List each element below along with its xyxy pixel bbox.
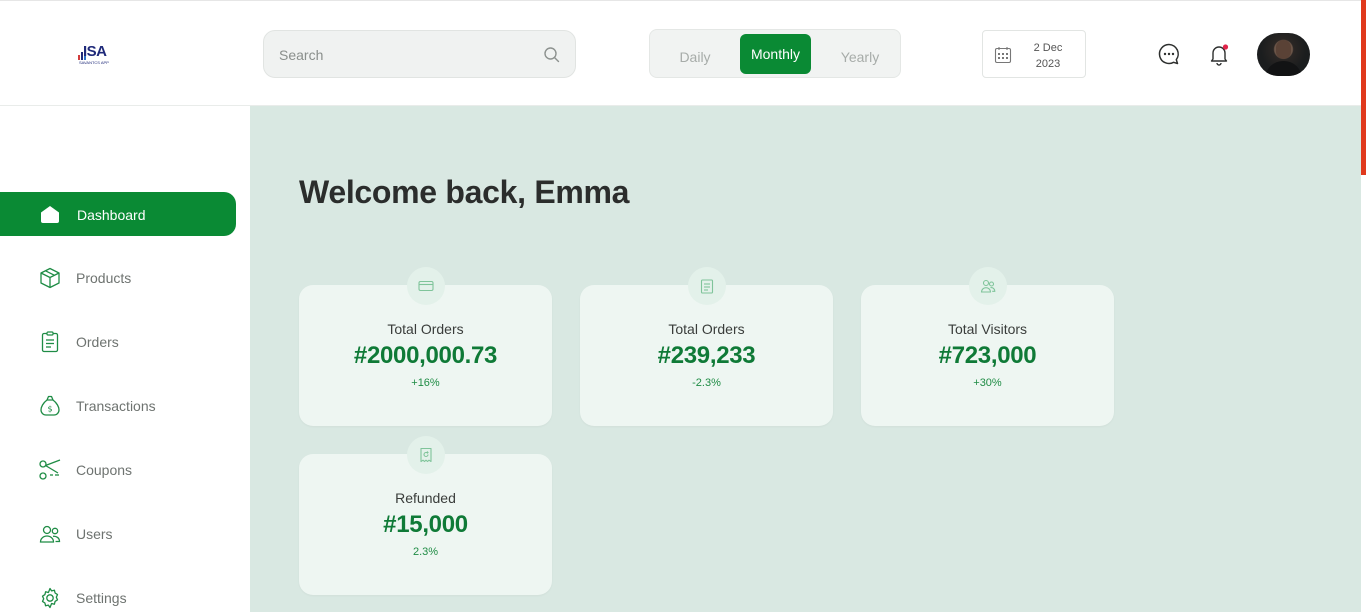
sidebar: Dashboard Products Orders $ Transactions (0, 106, 250, 612)
message-icon[interactable] (1157, 42, 1181, 66)
logo-text: ISA (83, 43, 107, 60)
sidebar-item-label: Products (76, 270, 132, 286)
sidebar-item-dashboard[interactable]: Dashboard (0, 192, 236, 236)
period-yearly-button[interactable]: Yearly (826, 37, 894, 77)
clipboard-icon (700, 279, 714, 294)
period-monthly-button[interactable]: Monthly (740, 34, 811, 74)
sidebar-item-orders[interactable]: Orders (0, 320, 236, 364)
app-logo[interactable]: ISA SAVANTCS APP (78, 43, 112, 67)
main-content: Welcome back, Emma Total Orders #2000,00… (250, 106, 1361, 612)
stat-card-total-orders-2[interactable]: Total Orders #239,233 -2.3% (580, 267, 833, 426)
sidebar-item-label: Settings (76, 590, 127, 606)
stat-card-title: Total Orders (387, 321, 464, 337)
money-bag-icon: $ (40, 395, 60, 416)
sidebar-item-label: Dashboard (77, 207, 146, 223)
notification-dot (1222, 44, 1229, 50)
bell-icon[interactable] (1207, 42, 1231, 66)
stat-card-title: Refunded (395, 490, 456, 506)
users-icon (980, 279, 996, 293)
sidebar-item-label: Coupons (76, 462, 133, 478)
stat-card-value: #15,000 (383, 511, 468, 538)
sidebar-item-settings[interactable]: Settings (0, 576, 236, 612)
card-icon (418, 280, 434, 292)
stat-card-badge (969, 267, 1007, 305)
stat-card-change: +16% (411, 377, 440, 389)
sidebar-item-label: Orders (76, 334, 119, 350)
clipboard-icon (41, 331, 59, 353)
stat-card-change: -2.3% (692, 377, 721, 389)
period-daily-button[interactable]: Daily (660, 37, 730, 77)
sidebar-item-label: Users (76, 526, 113, 542)
sidebar-item-users[interactable]: Users (0, 512, 236, 556)
stat-card-refunded[interactable]: Refunded #15,000 2.3% (299, 436, 552, 595)
sidebar-item-products[interactable]: Products (0, 256, 236, 300)
user-avatar[interactable] (1257, 33, 1310, 76)
date-text: 2 Dec 2023 (1023, 40, 1073, 72)
period-toggle: Daily Monthly Yearly (649, 29, 901, 78)
stat-card-total-orders[interactable]: Total Orders #2000,000.73 +16% (299, 267, 552, 426)
page-title: Welcome back, Emma (299, 174, 630, 210)
stat-card-title: Total Orders (668, 321, 745, 337)
calendar-icon (994, 47, 1012, 64)
date-day-month: 2 Dec (1033, 42, 1063, 54)
box-icon (40, 267, 60, 289)
stat-card-badge (407, 436, 445, 474)
stat-card-title: Total Visitors (947, 321, 1028, 337)
stat-card-badge (407, 267, 445, 305)
stat-card-change: 2.3% (412, 546, 439, 558)
sidebar-item-coupons[interactable]: Coupons (0, 448, 236, 492)
search-placeholder: Search (279, 47, 324, 63)
top-header: ISA SAVANTCS APP Search Daily Monthly Ye… (0, 0, 1366, 106)
date-year: 2023 (1035, 58, 1061, 70)
svg-text:$: $ (47, 405, 52, 414)
stat-card-total-visitors[interactable]: Total Visitors #723,000 +30% (861, 267, 1114, 426)
avatar-body (1265, 61, 1302, 76)
logo-subtext: SAVANTCS APP (79, 60, 109, 65)
avatar-face (1276, 40, 1291, 59)
scissors-icon (39, 459, 61, 480)
stat-card-badge (688, 267, 726, 305)
receipt-icon (420, 447, 432, 463)
gear-icon (41, 587, 59, 609)
stat-card-value: #2000,000.73 (353, 342, 498, 369)
search-icon[interactable] (543, 46, 561, 64)
sidebar-item-transactions[interactable]: $ Transactions (0, 384, 236, 428)
search-input[interactable]: Search (263, 30, 576, 78)
stat-card-change: +30% (973, 377, 1002, 389)
home-icon (41, 206, 59, 223)
scrollbar-thumb[interactable] (1361, 0, 1366, 175)
date-picker[interactable]: 2 Dec 2023 (982, 30, 1086, 78)
stat-card-value: #239,233 (657, 342, 756, 369)
sidebar-item-label: Transactions (76, 398, 156, 414)
stat-card-value: #723,000 (938, 342, 1037, 369)
users-icon (39, 525, 61, 543)
